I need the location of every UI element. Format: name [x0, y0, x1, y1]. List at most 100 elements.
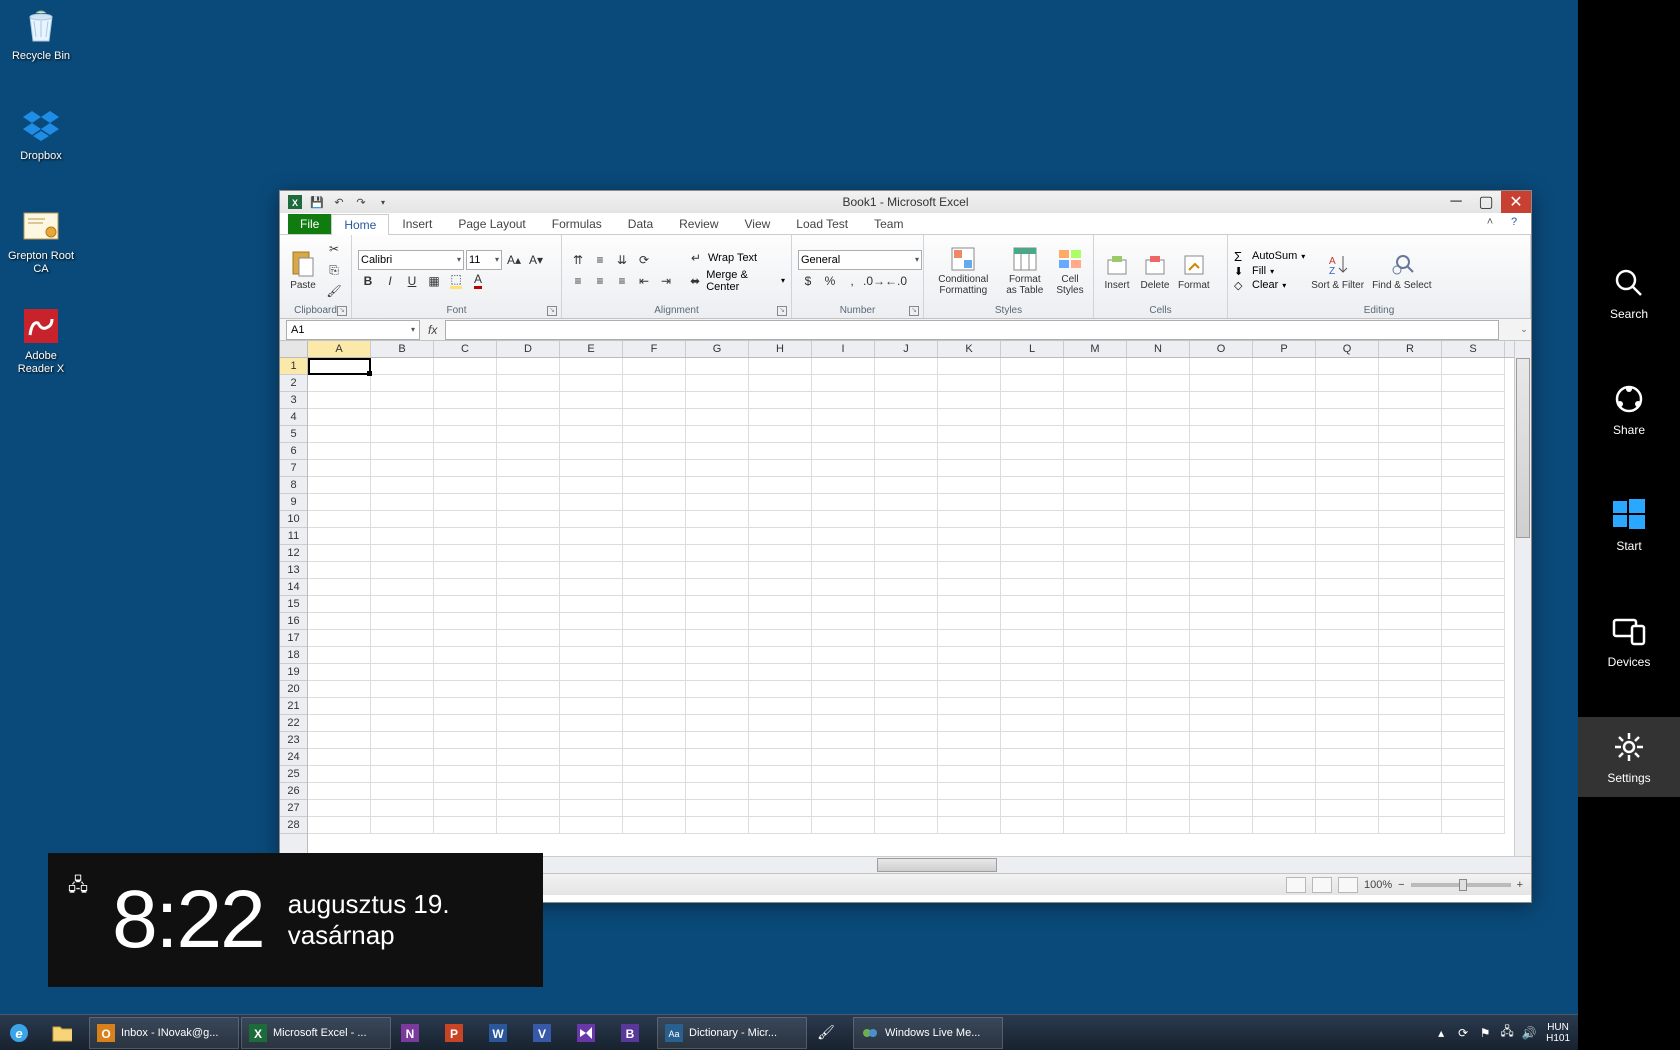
desktop-icon-dropbox[interactable]: Dropbox: [6, 106, 76, 163]
find-select-button[interactable]: Find & Select: [1370, 248, 1433, 293]
column-header[interactable]: R: [1379, 341, 1442, 357]
accounting-format-icon[interactable]: $: [798, 271, 818, 291]
row-header[interactable]: 27: [280, 800, 307, 817]
formula-expand-icon[interactable]: ⌄: [1517, 324, 1531, 335]
fill-button[interactable]: ⬇Fill▾: [1234, 265, 1305, 278]
comma-icon[interactable]: ,: [842, 271, 862, 291]
tab-insert[interactable]: Insert: [389, 213, 445, 234]
titlebar[interactable]: X 💾 ↶ ↷ ▾ Book1 - Microsoft Excel ─ ▢ ✕: [280, 191, 1531, 213]
taskbar-dictionary[interactable]: AaDictionary - Micr...: [657, 1017, 807, 1049]
taskbar-wlm[interactable]: Windows Live Me...: [853, 1017, 1003, 1049]
number-format-combo[interactable]: General▾: [798, 250, 922, 270]
align-left-icon[interactable]: ≡: [568, 271, 588, 291]
copy-icon[interactable]: ⎘: [324, 260, 344, 280]
dialog-launcher-icon[interactable]: ↘: [777, 306, 787, 316]
row-header[interactable]: 15: [280, 596, 307, 613]
delete-cells-button[interactable]: Delete: [1138, 248, 1172, 293]
align-bottom-icon[interactable]: ⇊: [612, 250, 632, 270]
scrollbar-thumb[interactable]: [1516, 358, 1530, 538]
tab-view[interactable]: View: [732, 213, 784, 234]
row-header[interactable]: 1: [280, 358, 307, 375]
tab-page-layout[interactable]: Page Layout: [445, 213, 538, 234]
ribbon-minimize-icon[interactable]: ˄: [1479, 216, 1501, 234]
tab-review[interactable]: Review: [666, 213, 731, 234]
shrink-font-icon[interactable]: A▾: [526, 250, 546, 270]
column-header[interactable]: L: [1001, 341, 1064, 357]
charm-search[interactable]: Search: [1578, 253, 1680, 333]
save-icon[interactable]: 💾: [308, 193, 326, 211]
paste-button[interactable]: Paste: [286, 248, 320, 293]
format-as-table-button[interactable]: Format as Table: [1001, 242, 1049, 298]
name-box[interactable]: A1▾: [286, 320, 420, 340]
column-header[interactable]: O: [1190, 341, 1253, 357]
charm-start[interactable]: Start: [1578, 485, 1680, 565]
row-header[interactable]: 9: [280, 494, 307, 511]
row-header[interactable]: 16: [280, 613, 307, 630]
align-top-icon[interactable]: ⇈: [568, 250, 588, 270]
view-page-break-icon[interactable]: [1338, 877, 1358, 893]
column-header[interactable]: F: [623, 341, 686, 357]
decrease-indent-icon[interactable]: ⇤: [634, 271, 654, 291]
desktop-icon-recycle-bin[interactable]: Recycle Bin: [6, 6, 76, 63]
row-header[interactable]: 2: [280, 375, 307, 392]
spreadsheet-grid[interactable]: ABCDEFGHIJKLMNOPQRS 12345678910111213141…: [280, 341, 1531, 873]
orientation-icon[interactable]: ⟳: [634, 250, 654, 270]
taskbar-word[interactable]: W: [481, 1017, 523, 1049]
conditional-formatting-button[interactable]: Conditional Formatting: [930, 242, 997, 298]
tray-network-icon[interactable]: 🖧: [1498, 1022, 1516, 1043]
row-header[interactable]: 14: [280, 579, 307, 596]
column-header[interactable]: A: [308, 341, 371, 357]
taskbar-visualstudio[interactable]: [569, 1017, 611, 1049]
column-header[interactable]: S: [1442, 341, 1505, 357]
help-icon[interactable]: ?: [1503, 216, 1525, 234]
align-middle-icon[interactable]: ≡: [590, 250, 610, 270]
select-all-corner[interactable]: [280, 341, 308, 358]
percent-icon[interactable]: %: [820, 271, 840, 291]
vertical-scrollbar[interactable]: [1514, 341, 1531, 856]
close-button[interactable]: ✕: [1501, 191, 1531, 213]
row-header[interactable]: 18: [280, 647, 307, 664]
column-header[interactable]: P: [1253, 341, 1316, 357]
row-header[interactable]: 26: [280, 783, 307, 800]
row-header[interactable]: 4: [280, 409, 307, 426]
view-page-layout-icon[interactable]: [1312, 877, 1332, 893]
row-header[interactable]: 25: [280, 766, 307, 783]
fill-color-icon[interactable]: ⬚: [446, 271, 466, 291]
clear-button[interactable]: ◇Clear▾: [1234, 279, 1305, 292]
row-header[interactable]: 7: [280, 460, 307, 477]
view-normal-icon[interactable]: [1286, 877, 1306, 893]
tab-team[interactable]: Team: [861, 213, 916, 234]
tray-volume-icon[interactable]: 🔊: [1520, 1026, 1538, 1040]
row-header[interactable]: 17: [280, 630, 307, 647]
row-header[interactable]: 24: [280, 749, 307, 766]
format-cells-button[interactable]: Format: [1176, 248, 1212, 293]
increase-decimal-icon[interactable]: .0→: [864, 271, 884, 291]
row-header[interactable]: 20: [280, 681, 307, 698]
column-header[interactable]: B: [371, 341, 434, 357]
merge-center-button[interactable]: ⬌Merge & Center▾: [686, 269, 785, 293]
scrollbar-thumb[interactable]: [877, 858, 997, 872]
tray-chevron-icon[interactable]: ▴: [1432, 1026, 1450, 1040]
minimize-button[interactable]: ─: [1441, 191, 1471, 213]
charm-settings[interactable]: Settings: [1578, 717, 1680, 797]
tab-formulas[interactable]: Formulas: [539, 213, 615, 234]
taskbar-powerpoint[interactable]: P: [437, 1017, 479, 1049]
row-header[interactable]: 11: [280, 528, 307, 545]
maximize-button[interactable]: ▢: [1471, 191, 1501, 213]
wrap-text-button[interactable]: ↵Wrap Text: [686, 248, 785, 268]
column-header[interactable]: G: [686, 341, 749, 357]
tab-file[interactable]: File: [288, 214, 331, 234]
font-color-icon[interactable]: A: [468, 271, 488, 291]
desktop-icon-grepton[interactable]: Grepton Root CA: [6, 206, 76, 276]
tab-home[interactable]: Home: [331, 214, 389, 235]
row-header[interactable]: 22: [280, 715, 307, 732]
column-header[interactable]: M: [1064, 341, 1127, 357]
bold-button[interactable]: B: [358, 271, 378, 291]
cell-styles-button[interactable]: Cell Styles: [1053, 242, 1087, 298]
row-header[interactable]: 28: [280, 817, 307, 834]
taskbar-visio[interactable]: V: [525, 1017, 567, 1049]
border-icon[interactable]: ▦: [424, 271, 444, 291]
fx-icon[interactable]: fx: [420, 323, 445, 337]
dialog-launcher-icon[interactable]: ↘: [547, 306, 557, 316]
sort-filter-button[interactable]: AZSort & Filter: [1309, 248, 1366, 293]
